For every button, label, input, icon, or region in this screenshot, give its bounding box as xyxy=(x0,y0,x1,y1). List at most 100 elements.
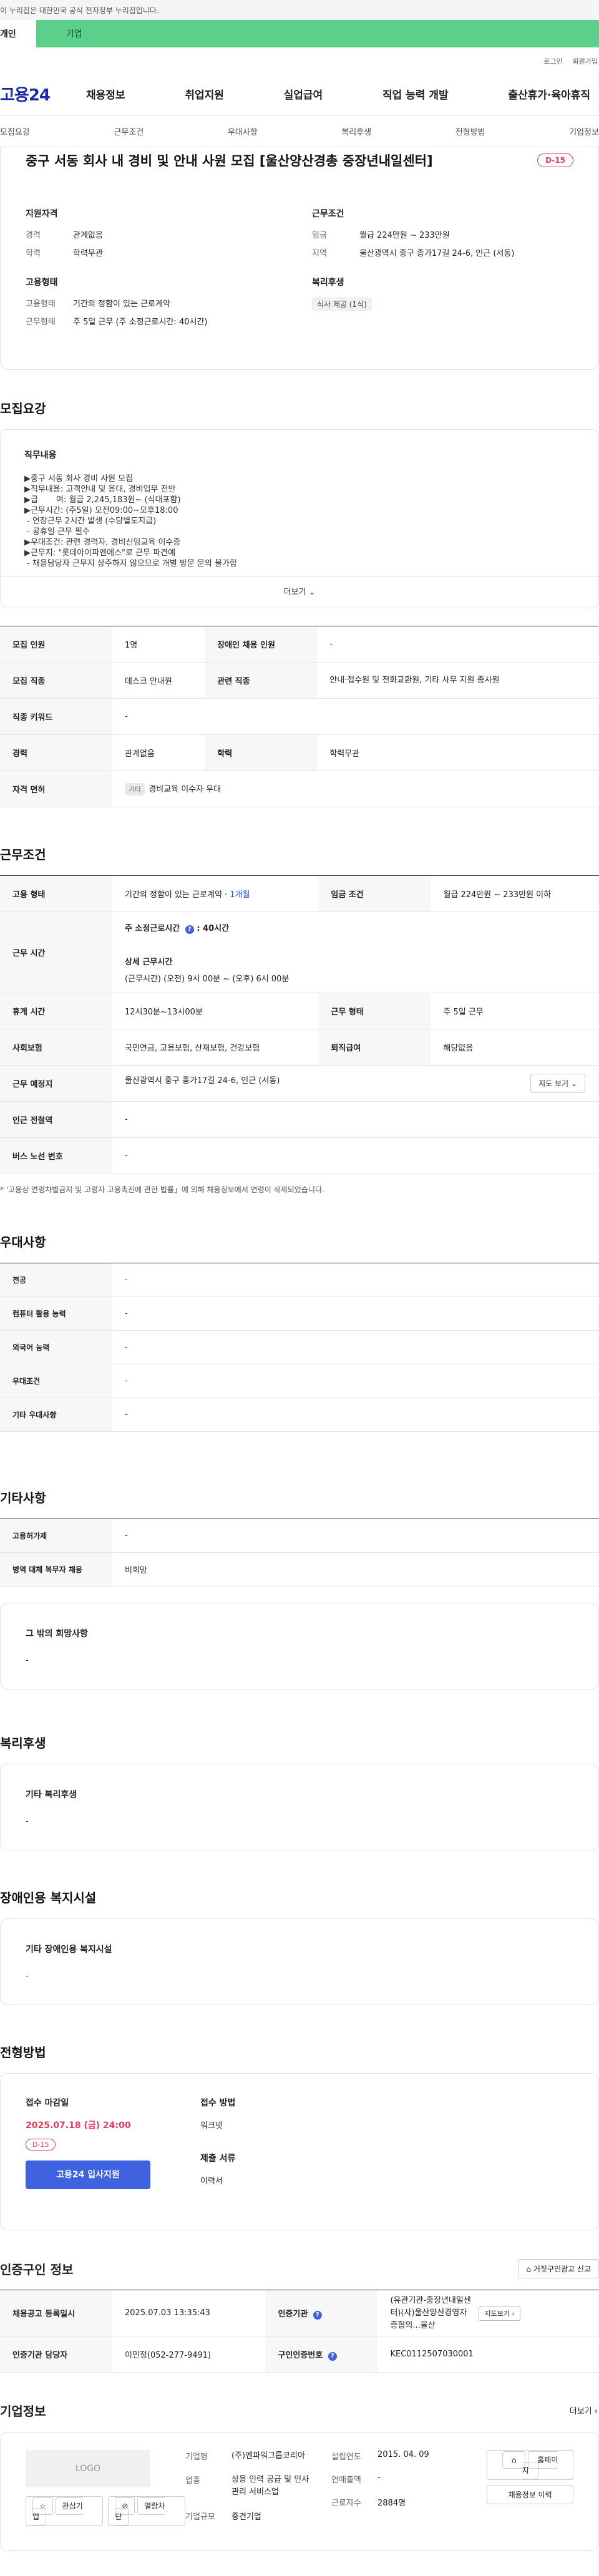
help-icon[interactable]: ? xyxy=(328,2351,337,2361)
table-row: 외국어 능력 - xyxy=(0,1330,599,1364)
summary-row: 근무형태 주 5일 근무 (주 소정근로시간: 40시간) xyxy=(26,315,312,327)
anchor-welfare[interactable]: 복리후생 xyxy=(341,125,371,137)
section-title-work: 근무조건 xyxy=(0,847,46,862)
more-button[interactable]: 더보기 ⌄ xyxy=(1,576,598,608)
company-more-link[interactable]: 더보기 › xyxy=(570,2404,598,2416)
homepage-label: 홈페이지 xyxy=(522,2451,558,2479)
cell-key: 인증기관 담당자 xyxy=(0,2336,112,2373)
site-logo[interactable]: 고용24 xyxy=(0,82,77,105)
cell-value: 기간의 정함이 있는 근로계약 · 1개월 xyxy=(112,875,319,912)
summary-row: 경력 관계없음 xyxy=(26,228,312,240)
block-view-button[interactable]: ⊘ 열람차단 xyxy=(108,2496,185,2526)
gnb-unemployment-benefit[interactable]: 실업급여 xyxy=(275,86,332,102)
cell-key: 근무 형태 xyxy=(318,993,431,1029)
report-fake-ad-button[interactable]: ⌂ 거짓구인광고 신고 xyxy=(518,2259,599,2278)
util-links: 로그인 회원가입 xyxy=(0,47,599,72)
tab-company[interactable]: 기업 xyxy=(36,20,599,47)
disabled-facilities-title: 기타 장애인용 복지시설 xyxy=(26,1945,112,1955)
emp-period-link[interactable]: 1개월 xyxy=(230,890,250,900)
qualification-block: 지원자격 경력 관계없음 학력 학력무관 xyxy=(26,207,312,258)
cell-key: 휴게 시간 xyxy=(0,993,112,1029)
cell-key: 구인인증번호 ? xyxy=(265,2336,378,2373)
cert-org-value: (유관기관-중장년내일센터)(사)울산양산경영자총협의...울산 xyxy=(390,2295,471,2330)
cert-head: 인증구인 정보 ⌂ 거짓구인광고 신고 xyxy=(0,2259,599,2278)
cell-value: - xyxy=(112,1296,599,1331)
company-action-buttons: ☆ 관심기업 ⊘ 열람차단 xyxy=(26,2496,185,2526)
cell-key: 채용공고 등록일시 xyxy=(0,2290,112,2336)
help-icon[interactable]: ? xyxy=(313,2310,322,2320)
hours-detail-title: 상세 근무시간 xyxy=(125,957,173,967)
qualification-title: 지원자격 xyxy=(26,209,58,219)
recruit-detail-box: 직무내용 ▶중구 서동 회사 경비 사원 모집 ▶직무내용: 고객안내 및 응대… xyxy=(0,429,599,608)
disabled-facilities-value: - xyxy=(26,1971,29,1981)
tab-personal[interactable]: 개인 xyxy=(0,20,36,47)
cell-key: 근무 예정지 xyxy=(0,1065,112,1102)
cell-key: 고용 형태 xyxy=(0,875,112,912)
method-title: 접수 방법 xyxy=(200,2098,236,2108)
org-map-button[interactable]: 지도보기 › xyxy=(479,2305,520,2321)
anchor-recruit[interactable]: 모집요강 xyxy=(0,125,30,137)
hope-value: - xyxy=(26,1656,29,1665)
login-link[interactable]: 로그인 xyxy=(543,56,562,72)
table-row: 경력 관계없음 학력 학력무관 xyxy=(0,734,599,771)
join-link[interactable]: 회원가입 xyxy=(573,56,598,72)
company-info-row: 업종 상용 인력 공급 및 인사관리 서비스업 xyxy=(185,2474,313,2499)
dday-badge-small: D-15 xyxy=(26,2139,56,2151)
deadline-col: 접수 마감일 2025.07.18 (금) 24:00 D-15 고용24 입사… xyxy=(26,2096,200,2207)
anchor-selection[interactable]: 전형방법 xyxy=(455,125,485,137)
detail-text: ▶중구 서동 회사 경비 사원 모집 ▶직무내용: 고객안내 및 응대, 경비업… xyxy=(24,474,237,568)
cell-key: 우대조건 xyxy=(0,1364,112,1398)
selection-box: 접수 마감일 2025.07.18 (금) 24:00 D-15 고용24 입사… xyxy=(0,2073,599,2230)
anchor-work[interactable]: 근무조건 xyxy=(114,125,144,137)
hours-label: 주 소정근로시간 xyxy=(125,923,180,933)
method-value: 워크넷 xyxy=(200,2121,223,2131)
cell-value: 해당없음 xyxy=(431,1029,599,1066)
hope-title: 그 밖의 희망사항 xyxy=(26,1629,88,1639)
company-head: 기업정보 더보기 › xyxy=(0,2401,599,2419)
gnb-employment-support[interactable]: 취업지원 xyxy=(176,86,233,102)
company-key: 연매출액 xyxy=(331,2476,361,2485)
gov-banner: 이 누리집은 대한민국 공식 전자정부 누리집입니다. xyxy=(0,0,599,20)
company-info-row: 기업명 (주)엔파워그룹코리아 xyxy=(185,2450,313,2462)
cell-value: KEC0112507030001 xyxy=(377,2336,599,2373)
gnb-jobs[interactable]: 채용정보 xyxy=(77,86,134,102)
chevron-down-icon: ⌄ xyxy=(308,588,316,597)
welfare-box: 기타 복리후생 - xyxy=(0,1764,599,1850)
cell-value: - xyxy=(112,1519,599,1553)
license-text: 경비교육 이수자 우대 xyxy=(149,785,222,794)
cell-key: 병역 대체 복무자 채용 xyxy=(0,1552,112,1587)
company-info-row: 설립연도 2015. 04. 09 xyxy=(331,2450,468,2462)
gnb-training[interactable]: 직업 능력 개발 xyxy=(374,86,457,102)
cell-value: - xyxy=(317,626,599,663)
cell-key: 사회보험 xyxy=(0,1029,112,1066)
summary-row: 고용형태 기간의 정함이 있는 근로계약 xyxy=(26,297,312,309)
homepage-button[interactable]: ⌂ 홈페이지 xyxy=(487,2450,573,2480)
interest-company-button[interactable]: ☆ 관심기업 xyxy=(26,2496,104,2526)
anchor-pref[interactable]: 우대사항 xyxy=(228,125,258,137)
recruit-history-button[interactable]: 채용정보 이력 xyxy=(487,2485,573,2504)
company-info-row: 기업규모 중견기업 xyxy=(185,2510,313,2522)
chevron-down-icon: ⌄ xyxy=(570,1079,577,1088)
home-icon: ⌂ xyxy=(526,2265,532,2273)
cell-key: 직종 키워드 xyxy=(0,698,112,735)
welfare-title: 복리후생 xyxy=(312,278,344,288)
summary-row: 학력 학력무관 xyxy=(26,246,312,258)
cell-key: 근무 시간 xyxy=(0,911,112,993)
bottom-spacer xyxy=(0,2551,599,2576)
anchor-company[interactable]: 기업정보 xyxy=(569,125,599,137)
section-title-recruit: 모집요강 xyxy=(0,401,46,416)
apply-button[interactable]: 고용24 입사지원 xyxy=(26,2160,150,2189)
map-button[interactable]: 지도 보기 ⌄ xyxy=(530,1074,585,1093)
help-icon[interactable]: ? xyxy=(185,925,194,934)
hours-value: : 40시간 xyxy=(197,923,230,933)
gnb-parental-leave[interactable]: 출산휴가·육아휴직 xyxy=(499,86,599,102)
summary-grid: 지원자격 경력 관계없음 학력 학력무관 고용형태 고용형태 기간의 정함이 있는 근… xyxy=(26,207,598,344)
table-row: 기타 우대사항 - xyxy=(0,1397,599,1432)
summary-row: 임금 월급 224만원 ~ 233만원 xyxy=(312,228,598,240)
hours-line: 주 소정근로시간 ? : 40시간 xyxy=(125,921,599,934)
table-row: 사회보험 국민연금, 고용보험, 산재보험, 건강보험 퇴직급여 해당없음 xyxy=(0,1029,599,1066)
dday-badge: D-15 xyxy=(537,153,573,167)
table-row: 인근 전철역 - xyxy=(0,1101,599,1138)
welfare-value: - xyxy=(26,1817,29,1826)
cell-value: - xyxy=(112,1137,599,1174)
